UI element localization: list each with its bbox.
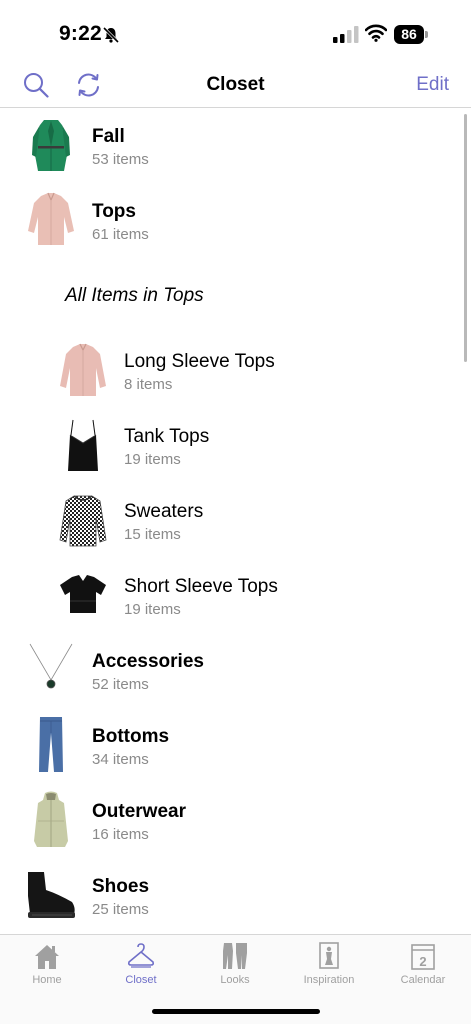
page-title: Closet (206, 74, 265, 95)
checkered-sweater-thumbnail (59, 495, 107, 547)
black-tank-thumbnail (68, 419, 98, 471)
tab-label: Home (32, 974, 62, 986)
tab-label: Inspiration (303, 974, 355, 986)
subcategory-row-tank-tops[interactable]: Tank Tops 19 items (0, 413, 460, 488)
subcategory-row-long-sleeve-tops[interactable]: Long Sleeve Tops 8 items (0, 338, 460, 413)
category-title: Bottoms (92, 726, 170, 747)
tab-looks[interactable]: Looks (188, 935, 282, 995)
subcategory-title: Short Sleeve Tops (124, 576, 278, 597)
necklace-thumbnail (29, 643, 73, 689)
category-row-bottoms[interactable]: Bottoms 34 items (0, 713, 460, 788)
subcategory-count: 19 items (124, 601, 181, 618)
subcategory-count: 15 items (124, 526, 181, 543)
closet-list: Fall 53 items Tops 61 items All Items in… (0, 108, 471, 934)
tab-label: Closet (125, 974, 157, 986)
hanger-icon (127, 943, 155, 968)
calendar-icon: 2 (411, 944, 435, 970)
category-count: 52 items (92, 676, 149, 693)
category-count: 16 items (92, 826, 149, 843)
subcategory-row-sweaters[interactable]: Sweaters 15 items (0, 488, 460, 563)
subcategory-row-short-sleeve-tops[interactable]: Short Sleeve Tops 19 items (0, 563, 460, 638)
category-row-outerwear[interactable]: Outerwear 16 items (0, 788, 460, 863)
outfit-icon (223, 943, 247, 969)
tab-closet[interactable]: Closet (94, 935, 188, 995)
tab-home[interactable]: Home (0, 935, 94, 995)
home-indicator (152, 1009, 320, 1014)
subcategory-title: Tank Tops (124, 426, 210, 447)
silent-bell-icon (102, 26, 120, 44)
green-coat-thumbnail (32, 120, 70, 171)
boot-thumbnail (28, 872, 75, 918)
category-title: Accessories (92, 651, 204, 672)
pink-shirt-thumbnail (28, 192, 74, 245)
jeans-thumbnail (39, 717, 63, 772)
tab-calendar[interactable]: 2 Calendar (376, 935, 470, 995)
category-count: 34 items (92, 751, 149, 768)
category-row-fall[interactable]: Fall 53 items (0, 113, 460, 188)
status-bar: 9:22 86 (0, 0, 471, 62)
tab-inspiration[interactable]: Inspiration (282, 935, 376, 995)
category-title: Fall (92, 126, 125, 147)
mannequin-icon (319, 942, 339, 969)
search-icon[interactable] (23, 72, 49, 98)
category-count: 61 items (92, 226, 149, 243)
battery-level: 86 (394, 25, 424, 44)
wifi-icon (365, 24, 387, 42)
cellular-signal-icon (333, 26, 359, 43)
subcategory-count: 8 items (124, 376, 173, 393)
black-tee-thumbnail (60, 575, 106, 613)
house-icon (35, 945, 59, 969)
category-row-shoes[interactable]: Shoes 25 items (0, 863, 460, 934)
parka-thumbnail (34, 791, 68, 847)
category-row-accessories[interactable]: Accessories 52 items (0, 638, 460, 713)
category-count: 25 items (92, 901, 149, 918)
category-title: Outerwear (92, 801, 186, 822)
sync-icon[interactable] (75, 72, 102, 98)
category-row-tops[interactable]: Tops 61 items (0, 188, 460, 263)
tab-label: Calendar (400, 974, 446, 986)
edit-button[interactable]: Edit (416, 74, 449, 96)
section-label: All Items in Tops (65, 285, 204, 306)
category-title: Shoes (92, 876, 150, 897)
pink-blouse-thumbnail (60, 343, 106, 396)
battery-indicator: 86 (394, 25, 430, 44)
status-time: 9:22 (59, 22, 102, 45)
calendar-day: 2 (419, 954, 426, 969)
category-title: Tops (92, 201, 136, 222)
subcategory-title: Sweaters (124, 501, 204, 522)
navigation-bar: Closet Edit (0, 62, 471, 108)
subcategory-title: Long Sleeve Tops (124, 351, 275, 372)
tab-label: Looks (220, 974, 250, 986)
category-count: 53 items (92, 151, 149, 168)
subcategory-count: 19 items (124, 451, 181, 468)
